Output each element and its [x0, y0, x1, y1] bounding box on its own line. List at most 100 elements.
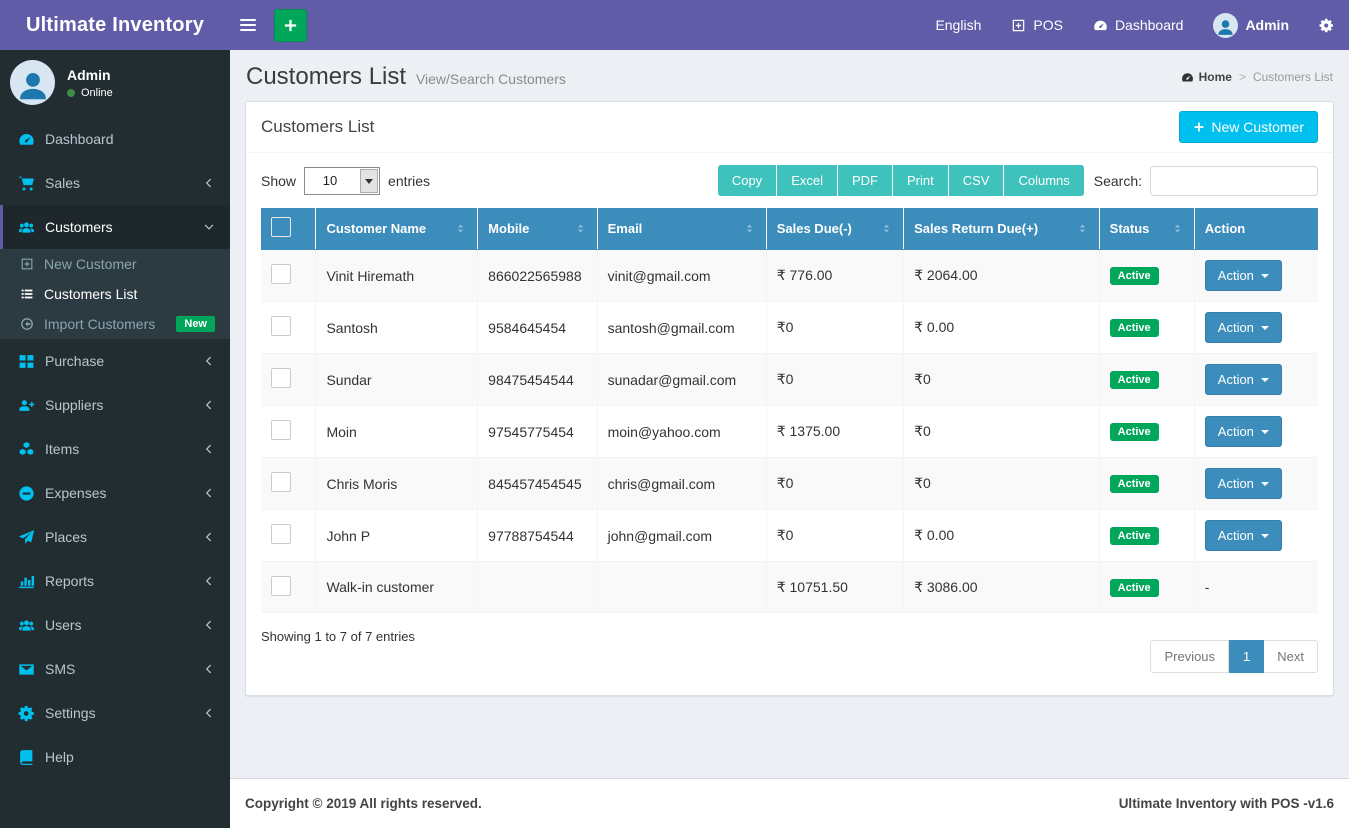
- row-checkbox[interactable]: [271, 472, 291, 492]
- row-checkbox[interactable]: [271, 264, 291, 284]
- cell-sales-return-due: ₹ 0.00: [903, 509, 1100, 562]
- main-content: Customers List View/Search Customers Hom…: [230, 50, 1349, 778]
- column-header-status[interactable]: Status: [1099, 208, 1195, 250]
- row-checkbox[interactable]: [271, 420, 291, 440]
- select-all-checkbox[interactable]: [271, 217, 291, 237]
- page-number-button[interactable]: 1: [1229, 640, 1265, 673]
- sidebar-subitem-customers-list[interactable]: Customers List: [0, 279, 230, 309]
- settings-menu[interactable]: [1304, 0, 1349, 50]
- page-subtitle: View/Search Customers: [415, 71, 566, 87]
- export-excel-button[interactable]: Excel: [777, 165, 838, 196]
- avatar: [1213, 12, 1239, 38]
- breadcrumb-separator: >: [1238, 70, 1246, 84]
- cell-customer-name: Santosh: [315, 301, 479, 354]
- search-input[interactable]: [1150, 165, 1318, 196]
- row-checkbox[interactable]: [271, 524, 291, 544]
- table-row: John P 97788754544 john@gmail.com ₹0 ₹ 0.00 A…: [261, 509, 1318, 562]
- next-page-button[interactable]: Next: [1264, 640, 1318, 673]
- chevron-left-icon: [203, 399, 215, 411]
- cell-sales-return-due: ₹0: [903, 405, 1100, 458]
- language-menu[interactable]: English: [920, 0, 996, 50]
- sidebar-item-sms[interactable]: SMS: [0, 647, 230, 691]
- export-csv-button[interactable]: CSV: [948, 165, 1005, 196]
- column-label: Email: [607, 221, 643, 236]
- column-header-mobile[interactable]: Mobile: [477, 208, 598, 250]
- action-dropdown-button[interactable]: Action: [1204, 416, 1282, 447]
- export-pdf-button[interactable]: PDF: [837, 165, 893, 196]
- navbar-right: English POS Dashboard Admin: [920, 0, 1349, 50]
- customers-table: Customer Name Mobile Email Sales Due(-) Sale…: [261, 208, 1318, 613]
- sidebar-item-purchase[interactable]: Purchase: [0, 339, 230, 383]
- sidebar-item-users[interactable]: Users: [0, 603, 230, 647]
- status-badge: Active: [1109, 578, 1159, 597]
- sidebar-subitem-label: Import Customers: [44, 316, 156, 332]
- sidebar-item-label: Help: [45, 749, 74, 765]
- cell-status: Active: [1098, 509, 1195, 562]
- sidebar-item-label: Customers: [45, 219, 113, 235]
- sidebar-toggle-button[interactable]: [230, 0, 266, 50]
- row-checkbox[interactable]: [271, 316, 291, 336]
- status-badge: Active: [1109, 267, 1159, 285]
- sidebar-menu: Dashboard Sales Customers New Customer Custo…: [0, 117, 230, 779]
- sidebar-item-places[interactable]: Places: [0, 515, 230, 559]
- cell-customer-name: Moin: [315, 405, 479, 458]
- new-customer-button[interactable]: New Customer: [1179, 111, 1318, 143]
- action-dropdown-button[interactable]: Action: [1204, 364, 1282, 395]
- sidebar-subitem-new-customer[interactable]: New Customer: [0, 249, 230, 279]
- action-dropdown-button[interactable]: Action: [1204, 468, 1282, 499]
- table-info: Showing 1 to 7 of 7 entries: [261, 629, 415, 644]
- column-header-customer-name[interactable]: Customer Name: [315, 208, 479, 250]
- column-header-email[interactable]: Email: [597, 208, 767, 250]
- sidebar-item-customers[interactable]: Customers: [0, 205, 230, 249]
- cell-mobile: 866022565988: [477, 249, 598, 302]
- column-label: Mobile: [488, 221, 530, 236]
- sidebar-item-settings[interactable]: Settings: [0, 691, 230, 735]
- table-row: Santosh 9584645454 santosh@gmail.com ₹0 ₹ 0.…: [261, 301, 1318, 354]
- chevron-left-icon: [203, 443, 215, 455]
- table-row: Walk-in customer ₹ 10751.50 ₹ 3086.00 Activ…: [261, 561, 1318, 613]
- cell-customer-name: John P: [315, 509, 479, 562]
- export-columns-button[interactable]: Columns: [1004, 165, 1084, 196]
- sidebar-item-help[interactable]: Help: [0, 735, 230, 779]
- column-header-action[interactable]: Action: [1194, 208, 1318, 250]
- cell-mobile: 97788754544: [477, 509, 598, 562]
- cell-sales-return-due: ₹0: [903, 457, 1100, 510]
- sidebar-item-suppliers[interactable]: Suppliers: [0, 383, 230, 427]
- column-header-sales-return-due[interactable]: Sales Return Due(+): [903, 208, 1100, 250]
- breadcrumb: Home > Customers List: [1181, 70, 1333, 84]
- cell-sales-due: ₹0: [765, 509, 905, 562]
- sidebar-item-dashboard[interactable]: Dashboard: [0, 117, 230, 161]
- dashboard-link[interactable]: Dashboard: [1078, 0, 1199, 50]
- quick-add-button[interactable]: [274, 8, 307, 42]
- sidebar-item-expenses[interactable]: Expenses: [0, 471, 230, 515]
- caret-down-icon: [1260, 533, 1269, 542]
- cell-sales-due: ₹0: [765, 457, 905, 510]
- action-dropdown-button[interactable]: Action: [1204, 520, 1282, 551]
- pos-link[interactable]: POS: [996, 0, 1078, 50]
- user-menu[interactable]: Admin: [1198, 0, 1304, 50]
- cell-mobile: [477, 561, 598, 613]
- row-checkbox[interactable]: [271, 575, 291, 596]
- sidebar-item-items[interactable]: Items: [0, 427, 230, 471]
- book-icon: [18, 749, 35, 766]
- cogs-icon: [18, 705, 35, 722]
- action-dropdown-button[interactable]: Action: [1204, 260, 1282, 291]
- page-length-select[interactable]: 10: [304, 166, 381, 195]
- sidebar-subitem-import-customers[interactable]: Import Customers New: [0, 309, 230, 339]
- action-label: Action: [1217, 320, 1254, 335]
- sidebar-item-label: Settings: [45, 705, 96, 721]
- sidebar-subitem-label: New Customer: [44, 256, 137, 272]
- previous-page-button[interactable]: Previous: [1150, 640, 1230, 673]
- export-print-button[interactable]: Print: [892, 165, 949, 196]
- cell-sales-return-due: ₹ 2064.00: [903, 249, 1100, 302]
- breadcrumb-home[interactable]: Home: [1181, 70, 1232, 84]
- sidebar-item-label: Users: [45, 617, 82, 633]
- sidebar-item-reports[interactable]: Reports: [0, 559, 230, 603]
- cubes-icon: [18, 441, 35, 458]
- column-header-sales-due[interactable]: Sales Due(-): [766, 208, 905, 250]
- row-checkbox[interactable]: [271, 368, 291, 388]
- sidebar-item-label: Sales: [45, 175, 81, 191]
- sidebar-item-sales[interactable]: Sales: [0, 161, 230, 205]
- export-copy-button[interactable]: Copy: [717, 165, 778, 196]
- action-dropdown-button[interactable]: Action: [1204, 312, 1282, 343]
